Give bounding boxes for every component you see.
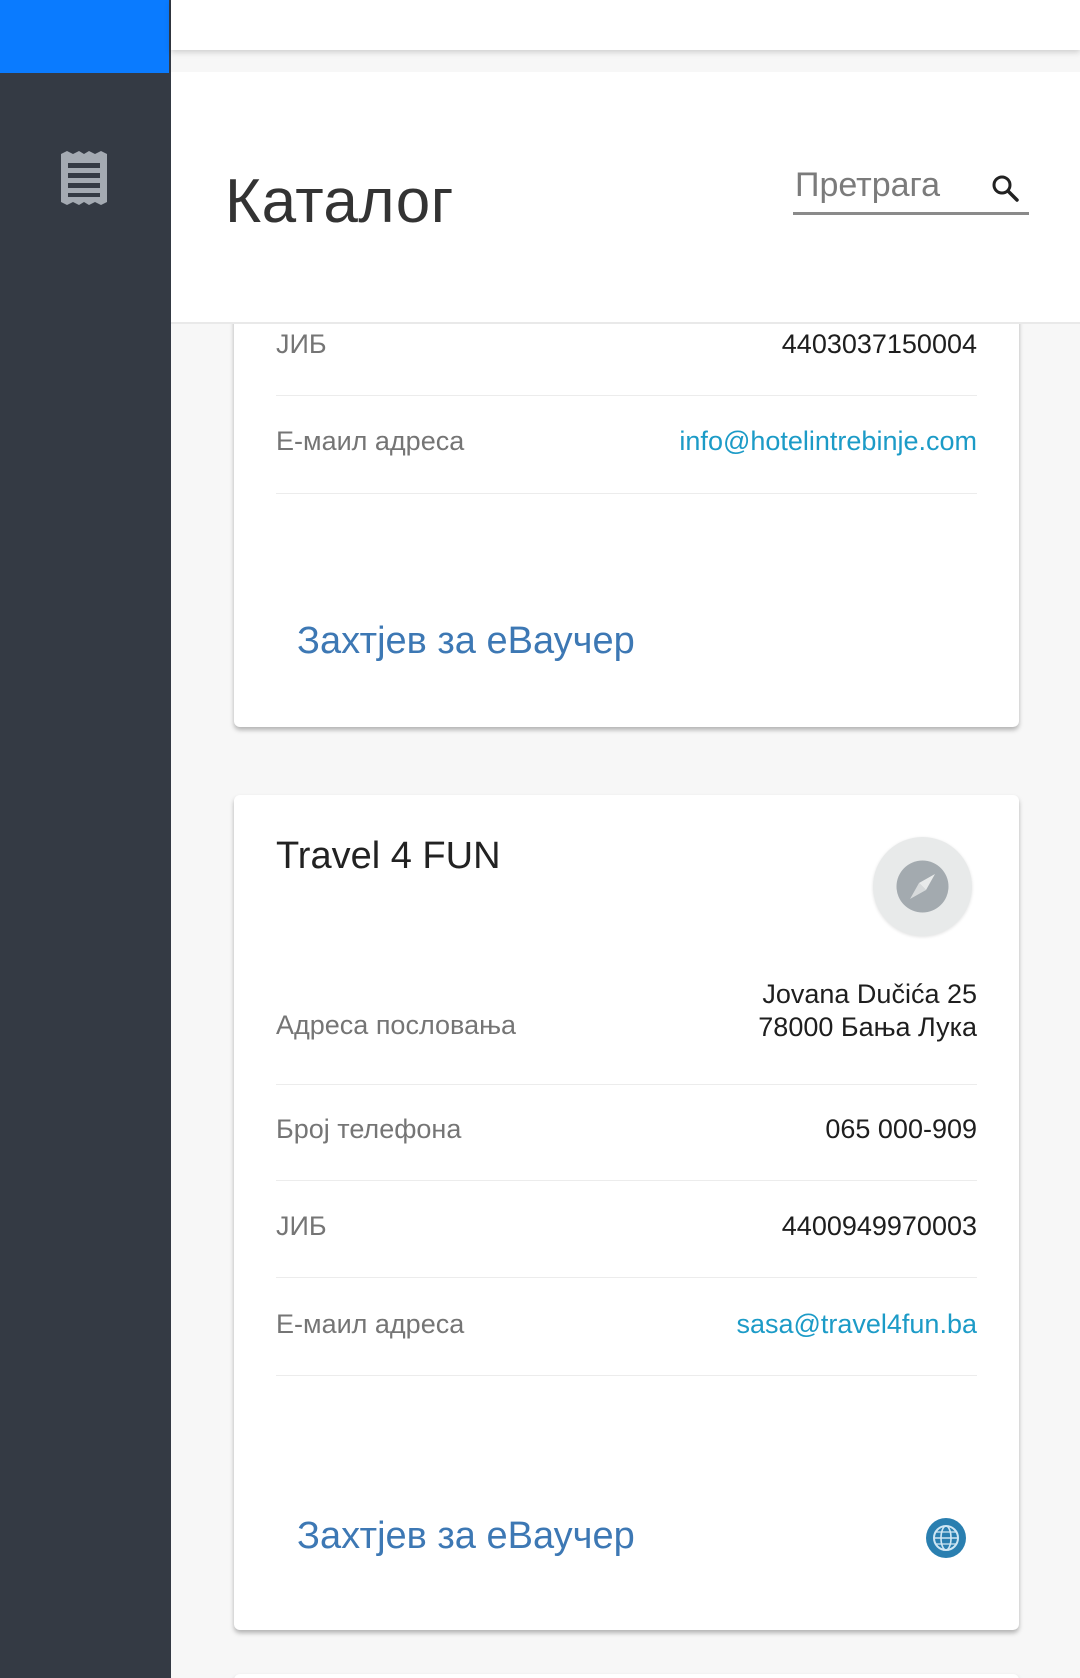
row-label: Е-маил адреса bbox=[276, 426, 465, 456]
row-label: Адреса пословања bbox=[276, 1010, 517, 1040]
row-label: ЈИБ bbox=[276, 329, 327, 359]
search-field[interactable] bbox=[793, 160, 1029, 215]
page-title: Каталог bbox=[225, 167, 454, 236]
info-row-email: Е-маил адреса sasa@travel4fun.ba bbox=[276, 1277, 977, 1376]
search-icon[interactable] bbox=[991, 174, 1019, 202]
top-app-bar bbox=[171, 0, 1080, 50]
address-line-1: Jovana Dučića 25 bbox=[762, 979, 977, 1009]
row-value: 4400949970003 bbox=[781, 1211, 977, 1241]
row-value: 4403037150004 bbox=[781, 329, 977, 359]
globe-icon[interactable] bbox=[925, 1517, 967, 1559]
sidebar bbox=[0, 0, 171, 1678]
row-label: Број телефона bbox=[276, 1114, 462, 1144]
request-voucher-button[interactable]: Захтјев за еВаучер bbox=[297, 620, 635, 663]
receipt-icon[interactable] bbox=[59, 151, 109, 205]
vendor-card: Travel 4 FUN Адреса пословања Jovana Duč… bbox=[234, 795, 1019, 1630]
email-link[interactable]: sasa@travel4fun.ba bbox=[736, 1309, 977, 1340]
email-link[interactable]: info@hotelintrebinje.com bbox=[679, 426, 977, 457]
vendor-card bbox=[234, 1674, 1019, 1678]
page-header: Каталог bbox=[171, 72, 1080, 324]
info-row-jib: ЈИБ 4403037150004 bbox=[276, 322, 977, 396]
request-voucher-button[interactable]: Захтјев за еВаучер bbox=[297, 1515, 635, 1558]
vendor-card: ЈИБ 4403037150004 Е-маил адреса info@hot… bbox=[234, 322, 1019, 727]
compass-icon bbox=[873, 837, 972, 936]
row-label: ЈИБ bbox=[276, 1211, 327, 1241]
row-value: 065 000-909 bbox=[825, 1114, 977, 1144]
row-label: Е-маил адреса bbox=[276, 1309, 465, 1339]
address-line-2: 78000 Бања Лука bbox=[758, 1012, 977, 1042]
search-input[interactable] bbox=[793, 160, 987, 210]
info-row-phone: Број телефона 065 000-909 bbox=[276, 1084, 977, 1181]
vendor-name: Travel 4 FUN bbox=[276, 835, 501, 877]
info-row-email: Е-маил адреса info@hotelintrebinje.com bbox=[276, 395, 977, 494]
info-row-jib: ЈИБ 4400949970003 bbox=[276, 1180, 977, 1278]
catalog-list[interactable]: ЈИБ 4403037150004 Е-маил адреса info@hot… bbox=[171, 322, 1080, 1678]
sidebar-brand-bar bbox=[0, 0, 169, 73]
info-row-address: Адреса пословања Jovana Dučića 25 78000 … bbox=[276, 969, 977, 1085]
